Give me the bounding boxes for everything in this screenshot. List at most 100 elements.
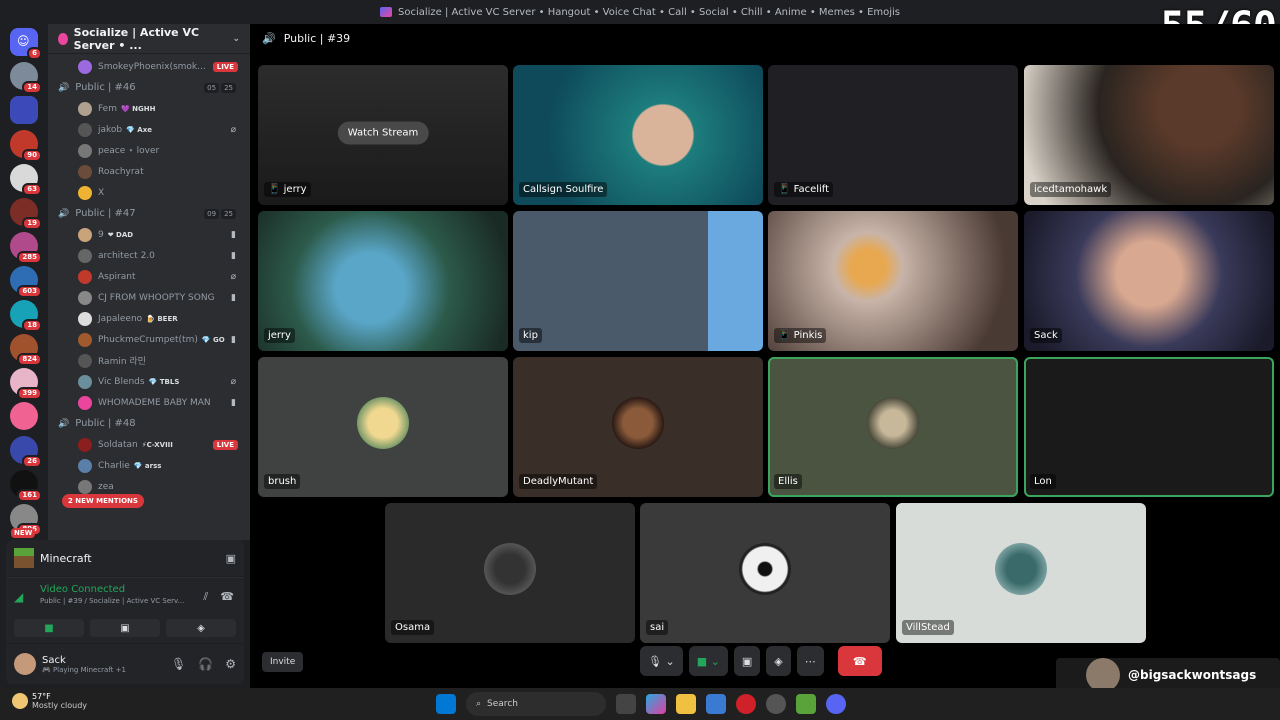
voice-member[interactable]: SmokeyPhoenix(smok... LIVE xyxy=(48,56,250,77)
avatar-tile[interactable]: sai xyxy=(640,503,890,643)
video-tile[interactable]: Sack xyxy=(1024,211,1274,351)
unread-badge: 6 xyxy=(27,47,42,60)
avatar-tile[interactable]: VillStead xyxy=(896,503,1146,643)
taskbar-search[interactable]: ⌕ Search xyxy=(466,692,606,716)
server-icon[interactable]: 26 xyxy=(10,436,42,468)
home-button[interactable]: ☺ 6 xyxy=(10,28,42,60)
windows-start-icon[interactable] xyxy=(436,694,456,714)
voice-channel[interactable]: 🔊 Public | #46 05 25 xyxy=(48,77,250,98)
screen-share-button[interactable]: ▣ xyxy=(90,619,160,637)
voice-member[interactable]: Aspirant ⌀ xyxy=(48,266,250,287)
member-name: zea xyxy=(98,481,114,492)
avatar[interactable] xyxy=(14,653,36,675)
member-name: Vic Blends xyxy=(98,376,145,387)
voice-member[interactable]: jakob 💎 Axe ⌀ xyxy=(48,119,250,140)
voice-member[interactable]: architect 2.0 ▮ xyxy=(48,245,250,266)
activity-panel[interactable]: Minecraft ▣ xyxy=(6,540,244,576)
voice-member[interactable]: Ramin 라민 xyxy=(48,350,250,371)
avatar-tile[interactable]: Ellis xyxy=(768,357,1018,497)
stream-tile[interactable]: Watch Stream 📱 jerry xyxy=(258,65,508,205)
voice-member[interactable]: Fem 💜 NGHH xyxy=(48,98,250,119)
microphone-icon[interactable]: 🎙 xyxy=(171,657,186,671)
discord-window: Socialize | Active VC Server • Hangout •… xyxy=(0,0,1280,720)
activity-button[interactable]: ◈ xyxy=(166,619,236,637)
unread-badge: 603 xyxy=(17,285,42,298)
server-folder[interactable] xyxy=(10,96,38,124)
server-header[interactable]: Socialize | Active VC Server • ... ⌄ xyxy=(48,24,250,54)
avatar-tile[interactable]: brush xyxy=(258,357,508,497)
server-icon[interactable]: 63 xyxy=(10,164,42,196)
username[interactable]: Sack xyxy=(42,655,126,666)
avatar-tile[interactable]: Osama xyxy=(385,503,635,643)
video-count: 09 xyxy=(204,208,220,219)
avatar-tile[interactable]: Lon xyxy=(1024,357,1274,497)
weather-widget[interactable]: 57°F Mostly cloudy xyxy=(12,692,87,710)
video-tile[interactable]: 📱 Pinkis xyxy=(768,211,1018,351)
video-tile[interactable]: 📱 Facelift xyxy=(768,65,1018,205)
camera-toggle-button[interactable]: ■ ⌄ xyxy=(688,646,728,676)
server-icon[interactable]: 14 xyxy=(10,62,42,94)
disconnect-button[interactable]: ☎ xyxy=(837,646,882,676)
server-icon[interactable]: 896NEW xyxy=(10,504,42,538)
file-explorer-icon[interactable] xyxy=(676,694,696,714)
activity-share-icon[interactable]: ▣ xyxy=(226,552,236,565)
member-name: Soldatan xyxy=(98,439,138,450)
task-view-icon[interactable] xyxy=(616,694,636,714)
avatar xyxy=(867,397,919,449)
share-screen-button[interactable]: ▣ xyxy=(733,646,761,676)
server-icon[interactable]: 90 xyxy=(10,130,42,162)
minecraft-icon[interactable] xyxy=(796,694,816,714)
voice-member[interactable]: Charlie 💎 arss xyxy=(48,455,250,476)
video-tile[interactable]: jerry xyxy=(258,211,508,351)
avatar xyxy=(78,311,92,326)
mute-button[interactable]: 🎙 ⌄ xyxy=(640,646,683,676)
voice-member[interactable]: WHOMADEME BABY MAN ▮ xyxy=(48,392,250,413)
voice-member[interactable]: CJ FROM WHOOPTY SONG ▮ xyxy=(48,287,250,308)
store-icon[interactable] xyxy=(706,694,726,714)
voice-member[interactable]: 9 ❤ DAD ▮ xyxy=(48,224,250,245)
new-mentions-pill[interactable]: 2 NEW MENTIONS xyxy=(62,494,144,508)
voice-member[interactable]: peace ⋆ lover xyxy=(48,140,250,161)
server-icon[interactable]: 824 xyxy=(10,334,42,366)
voice-member[interactable]: Roachyrat xyxy=(48,161,250,182)
discord-icon[interactable] xyxy=(826,694,846,714)
server-icon[interactable]: 603 xyxy=(10,266,42,298)
member-tag: 💎 Axe xyxy=(126,125,152,134)
video-tile[interactable]: kip xyxy=(513,211,763,351)
voice-member[interactable]: X xyxy=(48,182,250,203)
server-icon[interactable]: 285 xyxy=(10,232,42,264)
speaker-icon: 🔊 xyxy=(58,82,70,93)
invite-button[interactable]: Invite xyxy=(262,652,304,672)
avatar-tile[interactable]: DeadlyMutant xyxy=(513,357,763,497)
camera-button[interactable]: ■ xyxy=(14,619,84,637)
avatar xyxy=(612,397,664,449)
server-icon[interactable] xyxy=(10,402,38,430)
server-icon[interactable]: 161 xyxy=(10,470,42,502)
server-icon[interactable]: 18 xyxy=(10,300,42,332)
browser-icon[interactable] xyxy=(766,694,786,714)
member-name: Aspirant xyxy=(98,271,136,282)
noise-suppression-icon[interactable]: ⫽ xyxy=(203,590,208,604)
member-tag: 🍺 BEER xyxy=(146,314,178,323)
video-tile[interactable]: icedtamohawk xyxy=(1024,65,1274,205)
voice-location[interactable]: Public | #39 / Socialize | Active VC Ser… xyxy=(40,597,190,605)
watch-stream-button[interactable]: Watch Stream xyxy=(337,121,429,145)
copilot-icon[interactable] xyxy=(646,694,666,714)
voice-member[interactable]: PhuckmeCrumpet(tm) 💎 GO ▮ xyxy=(48,329,250,350)
headphones-icon[interactable]: 🎧 xyxy=(198,657,213,671)
more-options-button[interactable]: ⋯ xyxy=(796,646,824,676)
server-icon[interactable]: 19 xyxy=(10,198,42,230)
minecraft-icon xyxy=(14,548,34,568)
opera-icon[interactable] xyxy=(736,694,756,714)
voice-member[interactable]: Japaleeno 🍺 BEER xyxy=(48,308,250,329)
disconnect-icon[interactable]: ☎ xyxy=(220,590,234,604)
video-tile[interactable]: Callsign Soulfire xyxy=(513,65,763,205)
voice-member[interactable]: Soldatan ⚡C-XVIII LIVE xyxy=(48,434,250,455)
voice-status[interactable]: Video Connected xyxy=(40,584,190,595)
voice-channel[interactable]: 🔊 Public | #48 xyxy=(48,413,250,434)
voice-member[interactable]: Vic Blends 💎 TBLS ⌀ xyxy=(48,371,250,392)
activities-button[interactable]: ◈ xyxy=(766,646,791,676)
voice-channel[interactable]: 🔊 Public | #47 09 25 xyxy=(48,203,250,224)
gear-icon[interactable]: ⚙ xyxy=(225,657,236,671)
server-icon[interactable]: 399 xyxy=(10,368,42,400)
